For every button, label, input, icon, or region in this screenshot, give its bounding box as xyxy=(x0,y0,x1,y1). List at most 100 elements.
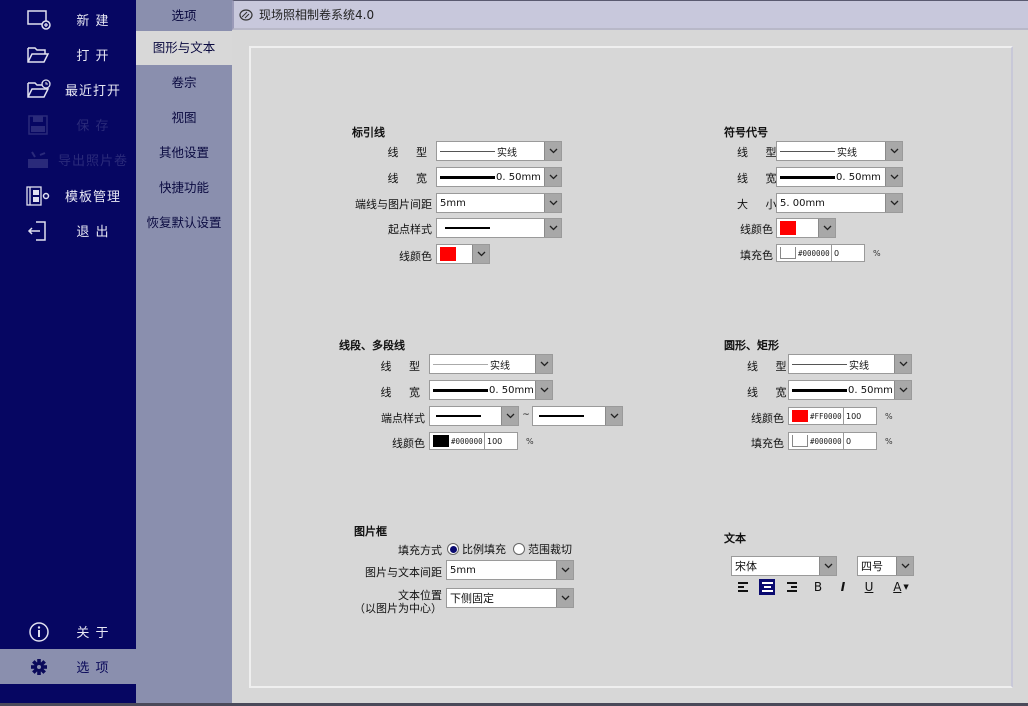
leader-line-type-select[interactable]: 实线 xyxy=(436,141,562,161)
nav-template[interactable]: 模板管理 xyxy=(0,178,136,213)
chevron-down-icon[interactable] xyxy=(894,355,911,373)
label-symbol-line-width: 线 宽 xyxy=(737,172,784,185)
leader-line-type-value: 实线 xyxy=(497,147,517,159)
chevron-down-icon[interactable] xyxy=(894,381,911,399)
shape-line-width-select[interactable]: 0. 50mm xyxy=(788,380,912,400)
shape-line-opacity-input[interactable]: 100 xyxy=(844,407,877,425)
chevron-down-icon[interactable] xyxy=(819,557,836,575)
polyline-line-opacity-input[interactable]: 100 xyxy=(485,432,518,450)
nav-open[interactable]: 打 开 xyxy=(0,37,136,72)
fill-mode-crop-radio[interactable]: 范围裁切 xyxy=(513,541,572,557)
symbol-size-select[interactable]: 5. 00mm xyxy=(776,193,903,213)
subnav-header: 选项 xyxy=(136,0,232,31)
shape-line-type-select[interactable]: 实线 xyxy=(788,354,912,374)
chevron-down-icon[interactable] xyxy=(556,561,573,579)
underline-icon: U xyxy=(864,580,874,594)
chevron-down-icon[interactable] xyxy=(885,142,902,160)
align-center-icon xyxy=(761,582,773,592)
tilde-separator: ~ xyxy=(522,410,530,420)
symbol-size-value: 5. 00mm xyxy=(780,197,825,209)
nav-about[interactable]: 关 于 xyxy=(0,614,136,649)
chevron-down-icon[interactable] xyxy=(896,557,913,575)
shape-line-color-picker[interactable]: #FF0000 xyxy=(788,407,844,425)
subnav-other-settings[interactable]: 其他设置 xyxy=(136,136,232,170)
symbol-fill-color-field: #000000 0 % xyxy=(776,244,885,262)
polyline-line-color-field: #000000 100 % xyxy=(429,432,538,450)
chevron-down-icon[interactable] xyxy=(472,245,489,263)
polyline-line-width-select[interactable]: 0. 50mm xyxy=(429,380,553,400)
chevron-down-icon[interactable] xyxy=(544,194,561,212)
shape-line-type-value: 实线 xyxy=(849,360,869,372)
subnav-shortcuts[interactable]: 快捷功能 xyxy=(136,171,232,205)
nav-save-label: 保 存 xyxy=(76,119,110,134)
bold-icon: B xyxy=(813,580,823,594)
leader-gap-value: 5mm xyxy=(440,197,466,209)
exit-icon xyxy=(27,221,46,241)
line-sample xyxy=(445,227,490,229)
chevron-down-icon[interactable] xyxy=(818,219,835,237)
symbol-line-width-select[interactable]: 0. 50mm xyxy=(776,167,903,187)
polyline-line-width-value: 0. 50mm xyxy=(489,384,534,396)
symbol-line-color-picker[interactable] xyxy=(776,218,836,238)
subnav-dossier[interactable]: 卷宗 xyxy=(136,66,232,100)
section-picture-frame-title: 图片框 xyxy=(354,525,387,538)
line-sample xyxy=(440,175,495,179)
polyline-start-endpoint-select[interactable] xyxy=(429,406,519,426)
line-sample xyxy=(433,363,488,365)
chevron-down-icon[interactable] xyxy=(885,168,902,186)
label-symbol-line-color: 线颜色 xyxy=(740,223,773,236)
underline-button[interactable]: U xyxy=(861,579,877,595)
bold-button[interactable]: B xyxy=(810,579,826,595)
font-family-select[interactable]: 宋体 xyxy=(731,556,837,576)
align-right-button[interactable] xyxy=(783,579,799,595)
label-picture-text-gap: 图片与文本间距 xyxy=(365,566,442,579)
leader-gap-select[interactable]: 5mm xyxy=(436,193,562,213)
chevron-down-icon[interactable] xyxy=(535,381,552,399)
polyline-line-type-select[interactable]: 实线 xyxy=(429,354,553,374)
subnav-restore-defaults[interactable]: 恢复默认设置 xyxy=(136,206,232,240)
subnav-view[interactable]: 视图 xyxy=(136,101,232,135)
font-color-button[interactable]: A ▼ xyxy=(889,579,913,595)
chevron-down-icon[interactable] xyxy=(605,407,622,425)
subnav-graphics-text[interactable]: 图形与文本 xyxy=(136,31,232,65)
align-center-button[interactable] xyxy=(759,579,775,595)
fill-mode-proportional-radio[interactable]: 比例填充 xyxy=(447,541,506,557)
chevron-down-icon[interactable] xyxy=(544,168,561,186)
leader-line-width-select[interactable]: 0. 50mm xyxy=(436,167,562,187)
nav-exit[interactable]: 退 出 xyxy=(0,213,136,248)
symbol-line-type-select[interactable]: 实线 xyxy=(776,141,903,161)
nav-save[interactable]: 保 存 xyxy=(0,107,136,142)
template-settings-icon xyxy=(26,186,50,206)
gear-icon xyxy=(31,659,47,675)
label-shape-fill-color: 填充色 xyxy=(751,437,784,450)
chevron-down-icon[interactable] xyxy=(535,355,552,373)
symbol-fill-opacity-input[interactable]: 0 xyxy=(832,244,865,262)
nav-new[interactable]: 新 建 xyxy=(0,2,136,37)
chevron-down-icon[interactable] xyxy=(501,407,518,425)
chevron-down-icon[interactable] xyxy=(544,142,561,160)
chevron-down-icon[interactable] xyxy=(556,589,573,607)
symbol-fill-color-picker[interactable]: #000000 xyxy=(776,244,832,262)
shape-fill-color-picker[interactable]: #000000 xyxy=(788,432,844,450)
section-symbol-title: 符号代号 xyxy=(724,126,768,139)
nav-recent[interactable]: 最近打开 xyxy=(0,72,136,107)
percent-sign: % xyxy=(885,411,893,421)
text-position-value: 下侧固定 xyxy=(450,592,494,605)
polyline-line-color-picker[interactable]: #000000 xyxy=(429,432,485,450)
label-leader-start-style: 起点样式 xyxy=(388,223,432,236)
font-size-select[interactable]: 四号 xyxy=(857,556,914,576)
line-sample xyxy=(792,388,847,392)
nav-options[interactable]: 选 项 xyxy=(0,649,136,684)
align-left-button[interactable] xyxy=(735,579,751,595)
label-fill-mode: 填充方式 xyxy=(398,544,442,557)
chevron-down-icon[interactable] xyxy=(544,219,561,237)
picture-text-gap-select[interactable]: 5mm xyxy=(446,560,574,580)
shape-fill-opacity-input[interactable]: 0 xyxy=(844,432,877,450)
polyline-end-endpoint-select[interactable] xyxy=(532,406,623,426)
nav-export[interactable]: 导出照片卷 xyxy=(0,142,136,177)
text-position-select[interactable]: 下侧固定 xyxy=(446,588,574,608)
leader-line-color-picker[interactable] xyxy=(436,244,490,264)
chevron-down-icon[interactable] xyxy=(885,194,902,212)
italic-button[interactable]: I xyxy=(835,579,851,595)
leader-start-style-select[interactable] xyxy=(436,218,562,238)
